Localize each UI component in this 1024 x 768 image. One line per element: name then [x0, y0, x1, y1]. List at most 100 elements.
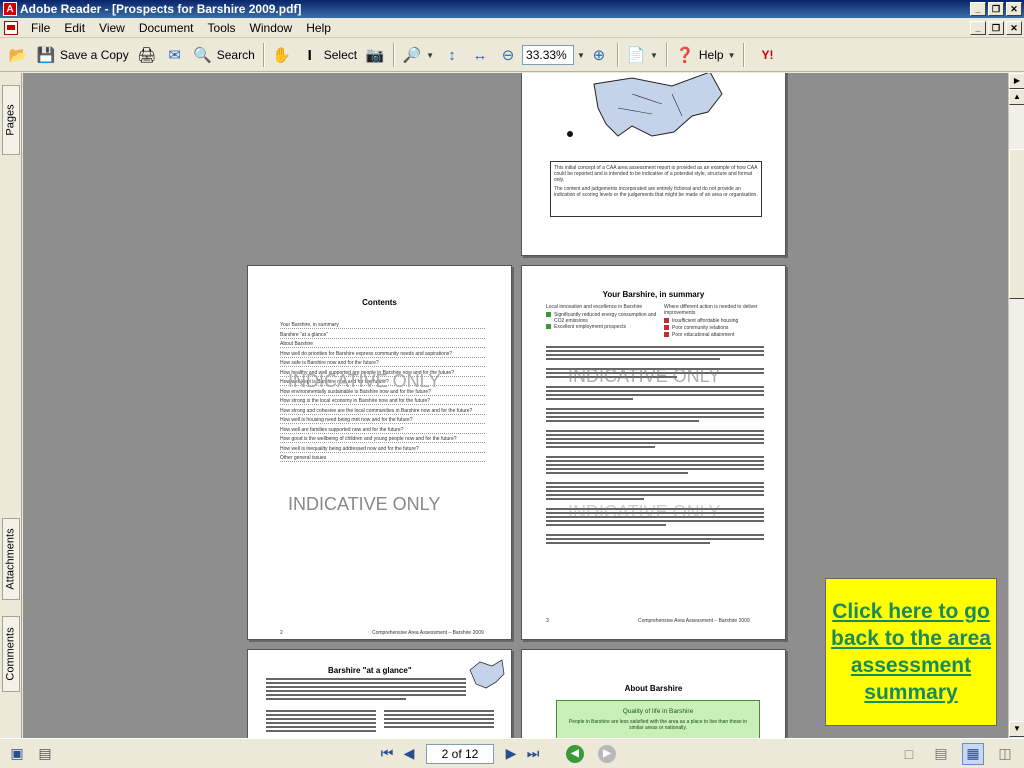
text-line — [546, 486, 764, 488]
page-thumbnail-4[interactable]: Barshire "at a glance" — [247, 649, 512, 738]
text-line — [546, 420, 699, 422]
list-item: How well do priorities for Barshire expr… — [280, 351, 485, 358]
back-to-summary-link[interactable]: Click here to go back to the area assess… — [825, 578, 997, 726]
restore-button[interactable]: ❐ — [988, 2, 1004, 16]
yahoo-toolbar-button[interactable]: Y! — [748, 42, 786, 68]
panel-collapse-button[interactable]: ▶ — [1009, 73, 1024, 89]
search-button[interactable]: 🔍 Search — [189, 42, 259, 68]
zoom-input[interactable]: 33.33% — [522, 45, 575, 65]
zoom-magnifier-icon: 🔎 — [402, 47, 422, 64]
back-arrow-icon: ◀ — [571, 748, 579, 759]
glance-col-right — [384, 710, 494, 730]
doc-minimize-button[interactable]: _ — [970, 20, 986, 35]
fit-height-button[interactable]: ↕ — [438, 42, 466, 68]
menu-window[interactable]: Window — [243, 21, 300, 35]
text-line — [546, 456, 764, 458]
right-point: Poor educational attainment — [672, 332, 735, 338]
scroll-up-button[interactable]: ▲ — [1009, 89, 1024, 105]
fit-width-button[interactable]: ↔ — [466, 42, 494, 68]
doc-restore-button[interactable]: ❐ — [988, 20, 1004, 35]
single-page-view-button[interactable]: □ — [898, 743, 920, 765]
rotate-view-button[interactable]: 📄 ▼ — [622, 42, 662, 68]
page-thumbnail-2[interactable]: Contents Your Barshire, in summary Barsh… — [247, 265, 512, 640]
tab-comments-label: Comments — [5, 627, 17, 681]
document-icon[interactable] — [4, 20, 18, 35]
text-line — [546, 412, 764, 414]
select-tool-button[interactable]: I Select — [296, 42, 361, 68]
close-button[interactable]: ✕ — [1006, 2, 1022, 16]
menu-bar: File Edit View Document Tools Window Hel… — [0, 18, 1024, 38]
email-button[interactable]: ✉ — [161, 42, 189, 68]
window-title: Adobe Reader - [Prospects for Barshire 2… — [20, 2, 302, 16]
save-copy-button[interactable]: 💾 Save a Copy — [32, 42, 133, 68]
disclaimer-text-1: This initial concept of a CAA area asses… — [554, 165, 758, 183]
snapshot-button[interactable]: 📷 — [361, 42, 389, 68]
list-item: Barshire "at a glance" — [280, 332, 485, 339]
doc-close-button[interactable]: ✕ — [1006, 20, 1022, 35]
first-page-button[interactable]: ⏮ — [376, 743, 398, 765]
zoom-out-button[interactable]: ⊖ — [494, 42, 522, 68]
chevron-down-icon: ▼ — [727, 50, 736, 60]
minimize-button[interactable]: _ — [970, 2, 986, 16]
go-forward-button[interactable]: ▶ — [598, 744, 616, 763]
facing-icon: ▦ — [966, 745, 980, 761]
text-line — [546, 498, 645, 500]
menu-view[interactable]: View — [92, 21, 132, 35]
red-cross-icon — [664, 332, 669, 337]
hand-tool-button[interactable]: ✋ — [268, 42, 296, 68]
go-back-button[interactable]: ◀ — [566, 744, 584, 763]
toolbar: 📂 💾 Save a Copy 🖨 ✉ 🔍 Search ✋ I Select … — [0, 39, 1024, 72]
page-footer: Comprehensive Area Assessment – Barshire… — [638, 618, 750, 624]
previous-page-button[interactable]: ◀ — [398, 743, 420, 765]
quality-box-title: Quality of life in Barshire — [622, 708, 694, 715]
printer-icon: 🖨 — [137, 47, 157, 64]
menu-edit[interactable]: Edit — [57, 21, 92, 35]
print-button[interactable]: 🖨 — [133, 42, 161, 68]
navigation-panel: Pages Attachments Comments — [0, 73, 22, 738]
tab-attachments[interactable]: Attachments — [2, 518, 20, 600]
tab-pages-label: Pages — [5, 104, 18, 136]
continuous-view-button[interactable]: ▤ — [930, 743, 952, 765]
next-page-icon: ▶ — [505, 745, 517, 761]
forward-arrow-icon: ▶ — [603, 748, 611, 759]
facing-view-button[interactable]: ◫ — [994, 743, 1016, 765]
scroll-thumb[interactable] — [1009, 149, 1024, 299]
quality-box-text: People in Barshire are less satisfied wi… — [568, 719, 748, 731]
menu-document[interactable]: Document — [132, 21, 201, 35]
list-item: How strong is the local economy in Barsh… — [280, 398, 485, 405]
nav-pane-icon: ▣ — [10, 745, 24, 761]
zoom-dropdown-icon[interactable]: ▼ — [577, 51, 585, 60]
open-button[interactable]: 📂 — [4, 42, 32, 68]
zoom-in-button[interactable]: ⊕ — [585, 42, 613, 68]
help-button[interactable]: ❓ Help ▼ — [671, 42, 740, 68]
menu-tools[interactable]: Tools — [201, 21, 243, 35]
right-point: Insufficient affordable housing — [672, 318, 739, 324]
disclaimer-box: This initial concept of a CAA area asses… — [550, 161, 762, 217]
tab-comments[interactable]: Comments — [2, 616, 20, 692]
menu-file[interactable]: File — [24, 21, 57, 35]
next-page-button[interactable]: ▶ — [500, 743, 522, 765]
tab-pages[interactable]: Pages — [2, 85, 20, 155]
zoom-in-tool-button[interactable]: 🔎 ▼ — [398, 42, 438, 68]
text-line — [266, 698, 406, 700]
text-line — [546, 472, 688, 474]
show-nav-pane-button[interactable]: ▣ — [6, 743, 28, 765]
scroll-down-button[interactable]: ▼ — [1009, 721, 1024, 737]
last-page-button[interactable]: ⏭ — [522, 743, 544, 765]
vertical-scrollbar[interactable]: ▶ ▲ ▼ — [1008, 73, 1024, 738]
text-line — [384, 710, 494, 712]
contents-list: Your Barshire, in summary Barshire "at a… — [280, 322, 485, 465]
save-copy-label: Save a Copy — [60, 48, 129, 62]
page-layout-button[interactable]: ▤ — [34, 743, 56, 765]
list-item: Your Barshire, in summary — [280, 322, 485, 329]
page-thumbnail-5[interactable]: About Barshire Quality of life in Barshi… — [521, 649, 786, 738]
text-line — [546, 394, 764, 396]
page-number-input[interactable]: 2 of 12 — [426, 743, 494, 764]
text-line — [546, 434, 764, 436]
page-thumbnail-1[interactable]: This initial concept of a CAA area asses… — [521, 73, 786, 256]
left-point: Significantly reduced energy consumption… — [554, 312, 657, 324]
continuous-facing-view-button[interactable]: ▦ — [962, 742, 984, 765]
page-thumbnail-3[interactable]: Your Barshire, in summary Local innovati… — [521, 265, 786, 640]
menu-help[interactable]: Help — [299, 21, 338, 35]
text-line — [546, 416, 764, 418]
